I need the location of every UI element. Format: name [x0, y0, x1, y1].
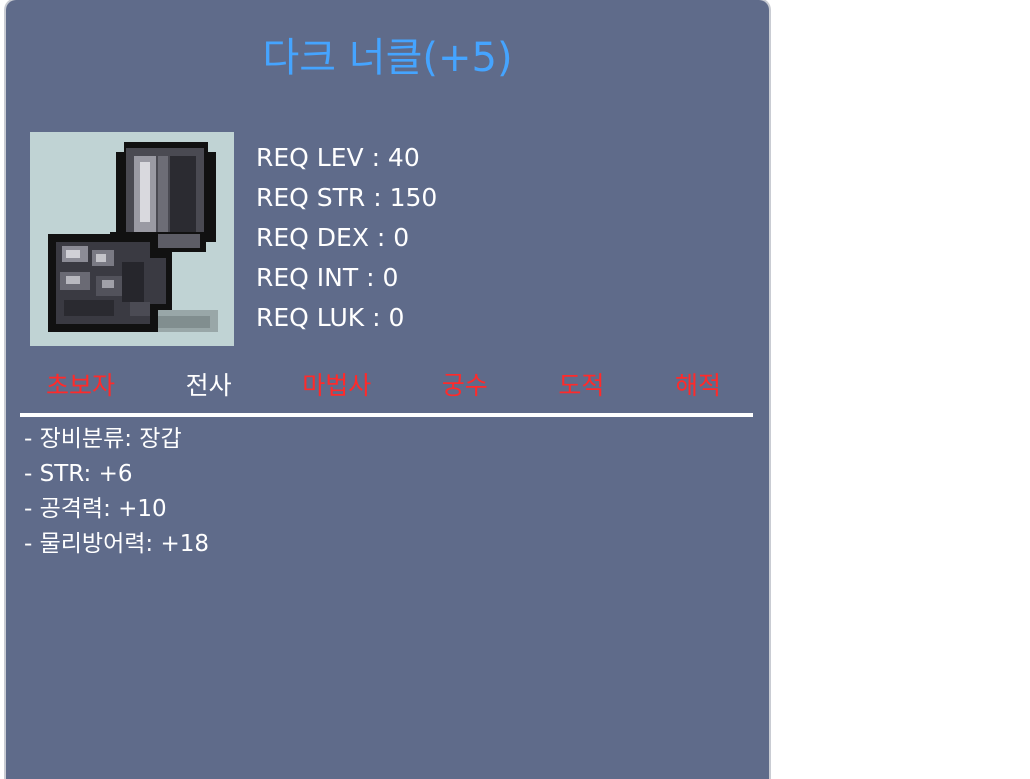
job-thief: 도적 — [558, 371, 605, 400]
job-beginner: 초보자 — [46, 371, 116, 400]
req-level: REQ LEV : 40 — [256, 143, 420, 172]
job-requirements-row: 초보자 전사 마법사 궁수 도적 해적 — [18, 366, 747, 406]
stat-physical-defense: - 물리방어력: +18 — [24, 531, 210, 557]
stat-category: - 장비분류: 장갑 — [24, 426, 182, 452]
item-stats-list: - 장비분류: 장갑 - STR: +6 - 공격력: +10 - 물리방어력:… — [24, 422, 209, 562]
req-int: REQ INT : 0 — [256, 263, 399, 292]
item-tooltip-panel: 다크 너클(+5) REQ LEV: 40 REQ STR: 150 REQ… — [6, 0, 769, 779]
job-archer: 궁수 — [441, 371, 488, 400]
req-luk: REQ LUK : 0 — [256, 303, 405, 332]
job-warrior: 전사 — [185, 371, 232, 400]
stat-str: - STR: +6 — [24, 461, 133, 487]
requirements-list: REQ LEV : 40 REQ STR : 150 REQ DEX : 0 R… — [256, 138, 437, 338]
job-pirate: 해적 — [674, 371, 721, 400]
dark-knuckle-glove-icon — [30, 132, 234, 346]
stat-attack: - 공격력: +10 — [24, 496, 167, 522]
req-dex: REQ DEX : 0 — [256, 223, 410, 252]
req-str: REQ STR : 150 — [256, 183, 438, 212]
job-magician: 마법사 — [302, 371, 372, 400]
item-title: 다크 너클(+5) — [262, 35, 513, 81]
divider — [20, 413, 753, 417]
